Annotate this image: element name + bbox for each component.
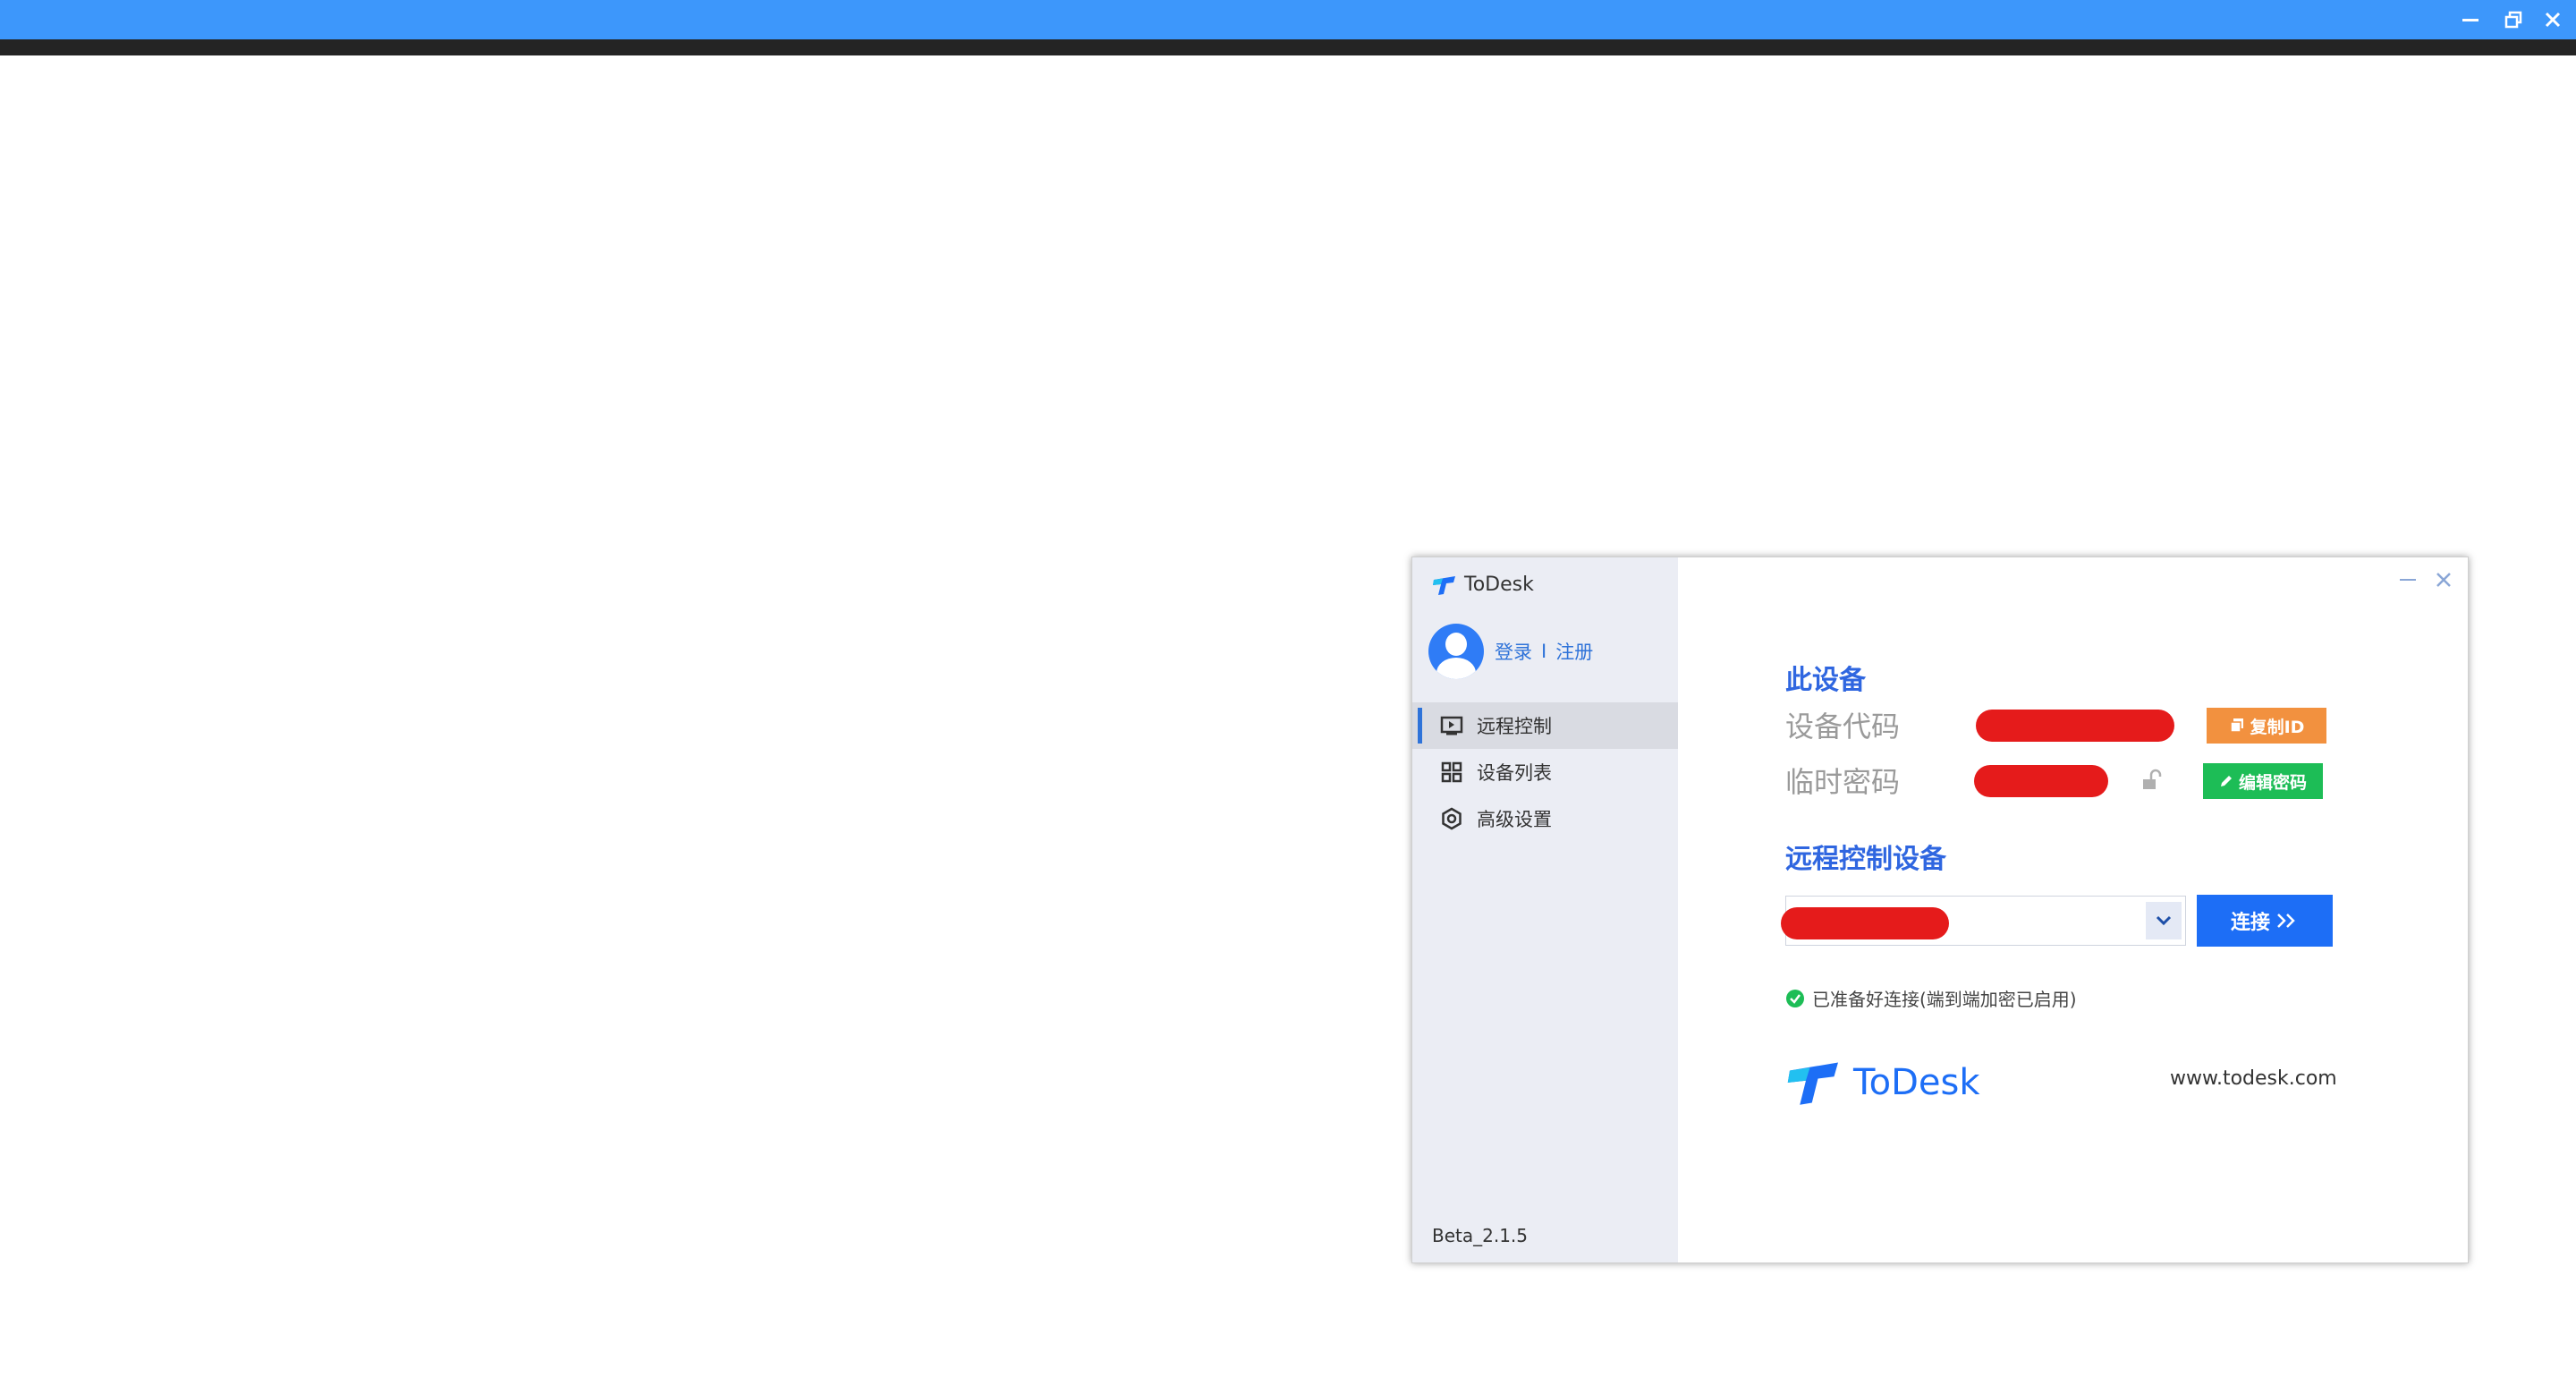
auth-separator: I xyxy=(1541,641,1547,662)
sidebar-item-advanced-settings[interactable]: 高级设置 xyxy=(1412,795,1678,842)
device-code-value-redacted xyxy=(1976,710,2174,742)
app-name: ToDesk xyxy=(1464,574,1534,596)
edit-password-label: 编辑密码 xyxy=(2238,772,2307,793)
temp-password-value-redacted xyxy=(1974,765,2108,797)
sidebar-item-label: 高级设置 xyxy=(1477,809,1552,830)
minimize-icon xyxy=(2462,19,2479,21)
copy-id-label: 复制ID xyxy=(2250,717,2305,737)
login-link[interactable]: 登录 xyxy=(1495,638,1532,665)
pencil-icon xyxy=(2220,776,2232,786)
double-chevron-right-icon xyxy=(2277,914,2295,928)
sidebar-item-device-list[interactable]: 设备列表 xyxy=(1412,749,1678,795)
connection-status: 已准备好连接(端到端加密已启用) xyxy=(1785,985,2077,1011)
this-device-title: 此设备 xyxy=(1785,665,1866,696)
auth-links: 登录 I 注册 xyxy=(1495,638,1593,665)
website-link[interactable]: www.todesk.com xyxy=(2170,1067,2337,1090)
outer-toolbar-strip xyxy=(0,39,2576,55)
outer-titlebar xyxy=(0,0,2576,39)
dropdown-arrow-button[interactable] xyxy=(2146,902,2182,939)
brand: ToDesk xyxy=(1432,574,1534,596)
status-text: 已准备好连接(端到端加密已启用) xyxy=(1812,989,2077,1010)
todesk-window: ToDesk 登录 I 注册 远程控制 设备列表 高级设置 Beta_2.1.5… xyxy=(1411,557,2469,1263)
connect-button[interactable]: 连接 xyxy=(2197,895,2333,947)
device-code-label: 设备代码 xyxy=(1785,710,1901,744)
unlock-icon[interactable] xyxy=(2140,769,2164,795)
remote-device-id-redacted xyxy=(1781,907,1949,939)
restore-button[interactable] xyxy=(2496,5,2531,34)
sidebar-item-label: 远程控制 xyxy=(1477,716,1552,737)
gear-icon xyxy=(1439,806,1464,831)
user-row: 登录 I 注册 xyxy=(1428,624,1593,679)
sidebar-item-label: 设备列表 xyxy=(1477,762,1552,784)
avatar[interactable] xyxy=(1428,624,1484,679)
remote-device-combobox[interactable] xyxy=(1781,896,2186,946)
sidebar-item-remote-control[interactable]: 远程控制 xyxy=(1412,702,1678,749)
remote-screen-icon xyxy=(1439,713,1464,738)
grid-icon xyxy=(1439,760,1464,785)
register-link[interactable]: 注册 xyxy=(1555,638,1593,665)
sidebar: ToDesk 登录 I 注册 远程控制 设备列表 高级设置 Beta_2.1.5 xyxy=(1412,557,1678,1262)
edit-password-button[interactable]: 编辑密码 xyxy=(2203,763,2323,799)
copy-icon xyxy=(2229,718,2243,733)
minimize-button[interactable] xyxy=(2453,5,2488,34)
restore-icon xyxy=(2504,11,2522,29)
close-icon xyxy=(2545,12,2561,28)
todesk-logo-icon xyxy=(1433,575,1455,595)
temp-password-label: 临时密码 xyxy=(1785,765,1901,799)
footer-logo: ToDesk xyxy=(1785,1058,1980,1107)
version-label: Beta_2.1.5 xyxy=(1432,1225,1529,1246)
main-panel: 此设备 设备代码 复制ID 临时密码 编辑密码 远程控制设备 连接 已准备好连接… xyxy=(1678,557,2468,1262)
footer-app-name: ToDesk xyxy=(1853,1062,1980,1103)
copy-id-button[interactable]: 复制ID xyxy=(2207,708,2326,744)
check-circle-icon xyxy=(1786,989,1804,1007)
chevron-down-icon xyxy=(2156,915,2172,926)
connect-label: 连接 xyxy=(2230,912,2270,934)
close-button[interactable] xyxy=(2535,5,2571,34)
todesk-logo-icon xyxy=(1787,1062,1838,1105)
sidebar-nav: 远程控制 设备列表 高级设置 xyxy=(1412,702,1678,842)
remote-control-title: 远程控制设备 xyxy=(1785,844,1946,875)
